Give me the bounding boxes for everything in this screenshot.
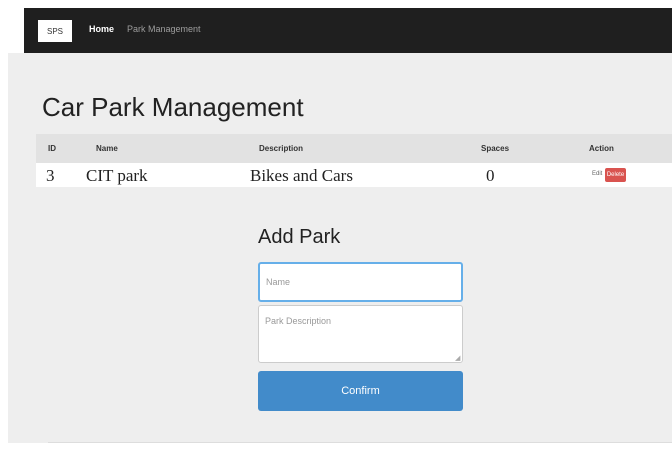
nav-link-home[interactable]: Home <box>89 24 114 34</box>
cell-description: Bikes and Cars <box>250 166 353 185</box>
column-header-id: ID <box>48 144 56 153</box>
column-header-description: Description <box>259 144 304 153</box>
table-header: ID Name Description Spaces Action <box>36 134 672 163</box>
column-header-spaces: Spaces <box>481 144 510 153</box>
form-title: Add Park <box>258 226 341 248</box>
content-divider <box>48 442 672 443</box>
delete-button[interactable]: Delete <box>605 168 626 182</box>
description-textarea[interactable] <box>258 305 463 363</box>
main-content: Car Park Management ID Name Description … <box>8 53 672 443</box>
column-header-action: Action <box>589 144 614 153</box>
cell-spaces: 0 <box>486 166 495 185</box>
brand-logo[interactable]: SPS <box>38 20 72 42</box>
page-title: Car Park Management <box>42 92 304 122</box>
column-header-name: Name <box>96 144 118 153</box>
top-navbar: SPS Home Park Management <box>24 8 672 53</box>
confirm-button[interactable]: Confirm <box>258 371 463 411</box>
resize-grip-icon[interactable]: ◢ <box>455 354 460 362</box>
name-input[interactable] <box>258 262 463 302</box>
nav-link-park-management[interactable]: Park Management <box>127 24 201 34</box>
cell-name: CIT park <box>86 166 148 185</box>
edit-button[interactable]: Edit <box>592 171 602 177</box>
table-row: 3 CIT park Bikes and Cars 0 Edit Delete <box>36 163 672 187</box>
cell-id: 3 <box>46 166 55 185</box>
